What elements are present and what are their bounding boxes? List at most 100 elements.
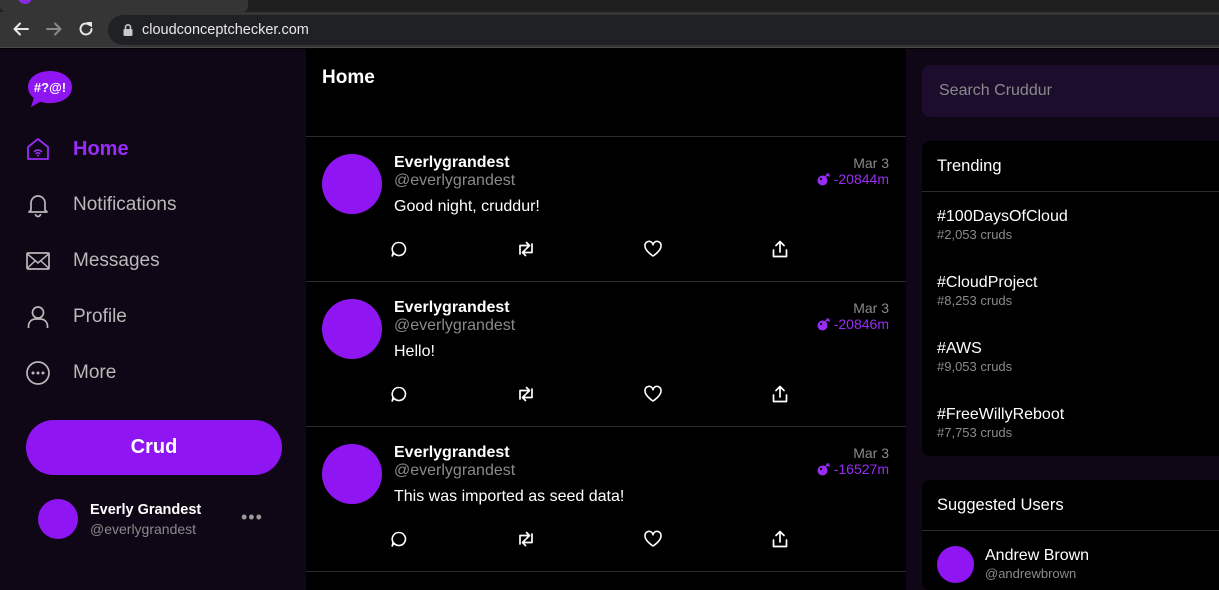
back-button[interactable] — [10, 18, 32, 40]
suggested-users-title: Suggested Users — [922, 480, 1219, 531]
suggested-users-panel: Suggested Users Andrew Brown @andrewbrow… — [922, 480, 1219, 590]
repost-icon — [519, 531, 533, 547]
envelope-icon — [24, 247, 52, 275]
trending-panel: Trending #100DaysOfCloud #2,053 cruds #C… — [922, 141, 1219, 456]
repost-button[interactable] — [515, 528, 537, 550]
share-icon — [772, 530, 788, 548]
activity-item[interactable]: Everlygrandest @everlygrandest This was … — [306, 427, 906, 572]
post-expiry-text: -20844m — [833, 171, 889, 187]
avatar[interactable] — [322, 154, 382, 214]
trending-count: #9,053 cruds — [937, 359, 1013, 374]
bomb-icon — [817, 172, 830, 185]
trending-name[interactable]: #100DaysOfCloud — [937, 208, 1068, 226]
trending-item[interactable]: #100DaysOfCloud #2,053 cruds — [937, 208, 1068, 242]
lock-icon[interactable] — [120, 22, 136, 38]
activity-item[interactable]: Everlygrandest @everlygrandest Hello! Ma… — [306, 282, 906, 427]
repost-button[interactable] — [515, 383, 537, 405]
sidebar-item-label: Profile — [73, 306, 127, 327]
current-user-card[interactable]: Everly Grandest @everlygrandest ••• — [38, 499, 278, 539]
repost-icon — [519, 241, 533, 257]
suggested-user-handle: @andrewbrown — [985, 566, 1077, 581]
reply-icon — [391, 241, 407, 257]
user-menu-button[interactable]: ••• — [241, 507, 265, 527]
back-arrow-icon — [13, 22, 29, 36]
sidebar-item-label: More — [73, 362, 117, 383]
repost-icon — [519, 386, 533, 402]
activity-item[interactable]: Everlygrandest @everlygrandest Good nigh… — [306, 137, 906, 282]
heart-icon — [644, 385, 662, 402]
share-button[interactable] — [769, 238, 791, 260]
post-display-name[interactable]: Everlygrandest — [394, 444, 510, 462]
bomb-icon — [817, 462, 830, 475]
current-user-handle: @everlygrandest — [90, 521, 197, 537]
sidebar: #?@! Home Notifications Messages Profile… — [0, 49, 306, 590]
more-circle-icon — [24, 359, 52, 387]
post-handle[interactable]: @everlygrandest — [394, 462, 515, 480]
trending-name[interactable]: #AWS — [937, 340, 1012, 358]
trending-item[interactable]: #AWS #9,053 cruds — [937, 340, 1012, 374]
post-display-name[interactable]: Everlygrandest — [394, 154, 510, 172]
like-button[interactable] — [642, 383, 664, 405]
trending-item[interactable]: #CloudProject #8,253 cruds — [937, 274, 1038, 308]
forward-arrow-icon — [46, 22, 62, 36]
post-expiry-text: -20846m — [833, 316, 889, 332]
search-input[interactable] — [922, 65, 1219, 117]
heart-icon — [644, 530, 662, 547]
like-button[interactable] — [642, 528, 664, 550]
sidebar-item-home[interactable]: Home — [24, 133, 129, 165]
forward-button[interactable] — [43, 18, 65, 40]
trending-item[interactable]: #FreeWillyReboot #7,753 cruds — [937, 406, 1064, 440]
share-button[interactable] — [769, 528, 791, 550]
url-text: cloudconceptchecker.com — [142, 22, 309, 38]
avatar — [38, 499, 78, 539]
avatar[interactable] — [322, 299, 382, 359]
page-title: Home — [322, 67, 375, 88]
cruddur-logo[interactable]: #?@! — [26, 69, 76, 111]
browser-tab[interactable] — [0, 0, 248, 12]
avatar[interactable] — [322, 444, 382, 504]
trending-count: #8,253 cruds — [937, 293, 1013, 308]
reply-button[interactable] — [388, 238, 410, 260]
home-icon — [24, 135, 52, 163]
like-button[interactable] — [642, 238, 664, 260]
bell-icon — [24, 191, 52, 219]
post-message: Hello! — [394, 343, 435, 360]
share-button[interactable] — [769, 383, 791, 405]
address-bar[interactable]: cloudconceptchecker.com — [108, 15, 1219, 45]
tab-favicon-icon — [18, 0, 32, 4]
logo-icon: #?@! — [28, 71, 72, 107]
reply-button[interactable] — [388, 528, 410, 550]
reply-button[interactable] — [388, 383, 410, 405]
post-date: Mar 3 — [853, 155, 889, 171]
post-message: This was imported as seed data! — [394, 488, 625, 505]
post-date: Mar 3 — [853, 300, 889, 316]
current-user-name: Everly Grandest — [90, 502, 202, 518]
post-display-name[interactable]: Everlygrandest — [394, 299, 510, 317]
trending-count: #7,753 cruds — [937, 425, 1013, 440]
share-icon — [772, 385, 788, 403]
trending-name[interactable]: #CloudProject — [937, 274, 1038, 292]
browser-tab-strip — [0, 0, 1219, 12]
repost-button[interactable] — [515, 238, 537, 260]
sidebar-item-label: Home — [73, 137, 129, 160]
suggested-user-name[interactable]: Andrew Brown — [985, 547, 1089, 565]
post-expiry-text: -16527m — [833, 461, 889, 477]
trending-title: Trending — [922, 141, 1219, 192]
heart-icon — [644, 240, 662, 257]
post-date: Mar 3 — [853, 445, 889, 461]
svg-text:#?@!: #?@! — [34, 80, 66, 95]
trending-name[interactable]: #FreeWillyReboot — [937, 406, 1064, 424]
crud-button[interactable]: Crud — [26, 420, 282, 475]
sidebar-item-notifications[interactable]: Notifications — [24, 189, 177, 221]
post-handle[interactable]: @everlygrandest — [394, 172, 515, 190]
avatar[interactable] — [937, 546, 974, 583]
post-expiry: -20846m — [817, 316, 889, 332]
post-handle[interactable]: @everlygrandest — [394, 317, 515, 335]
sidebar-item-more[interactable]: More — [24, 357, 116, 389]
reply-icon — [391, 386, 407, 402]
reload-button[interactable] — [75, 18, 97, 40]
sidebar-item-label: Messages — [73, 250, 160, 271]
sidebar-item-profile[interactable]: Profile — [24, 301, 127, 333]
sidebar-item-messages[interactable]: Messages — [24, 245, 160, 277]
post-message: Good night, cruddur! — [394, 198, 540, 215]
